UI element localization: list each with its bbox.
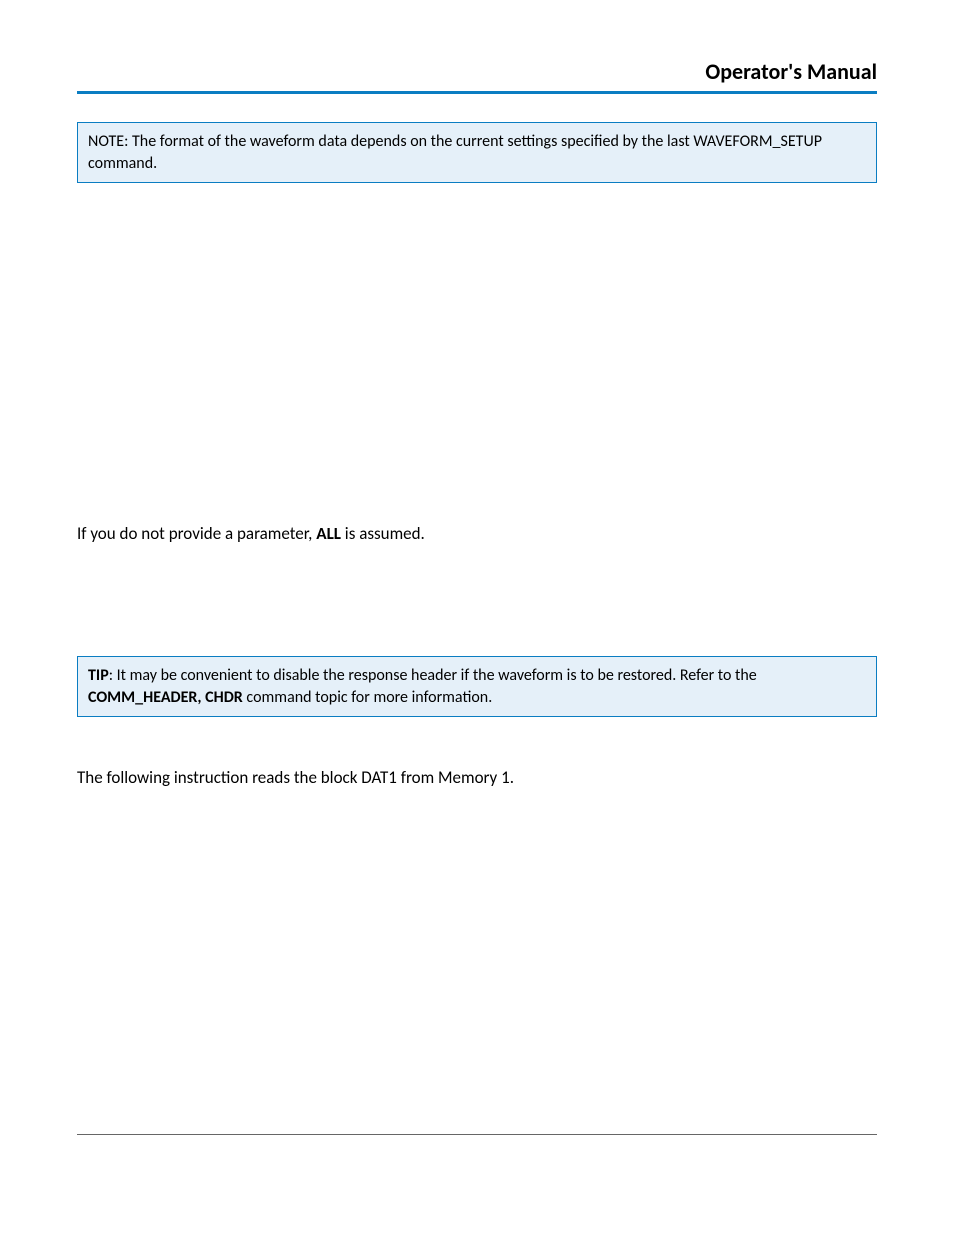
- tip-bold-2: COMM_HEADER, CHDR: [88, 688, 243, 707]
- document-page: Operator's Manual NOTE: The format of th…: [0, 0, 954, 848]
- note-text: NOTE: The format of the waveform data de…: [88, 132, 822, 173]
- example-paragraph: The following instruction reads the bloc…: [77, 767, 877, 790]
- tip-label: TIP: [88, 666, 109, 685]
- tip-text-2: command topic for more information.: [243, 688, 492, 707]
- paragraph-bold: ALL: [316, 523, 341, 544]
- body-paragraph: If you do not provide a parameter, ALL i…: [77, 523, 877, 546]
- note-box: NOTE: The format of the waveform data de…: [77, 122, 877, 183]
- example-text: The following instruction reads the bloc…: [77, 767, 514, 788]
- paragraph-suffix: is assumed.: [341, 523, 425, 544]
- page-header: Operator's Manual: [77, 58, 877, 94]
- footer-rule: [77, 1134, 877, 1135]
- header-title: Operator's Manual: [705, 58, 877, 85]
- tip-text-1: : It may be convenient to disable the re…: [109, 666, 757, 685]
- paragraph-prefix: If you do not provide a parameter,: [77, 523, 316, 544]
- tip-box: TIP: It may be convenient to disable the…: [77, 656, 877, 717]
